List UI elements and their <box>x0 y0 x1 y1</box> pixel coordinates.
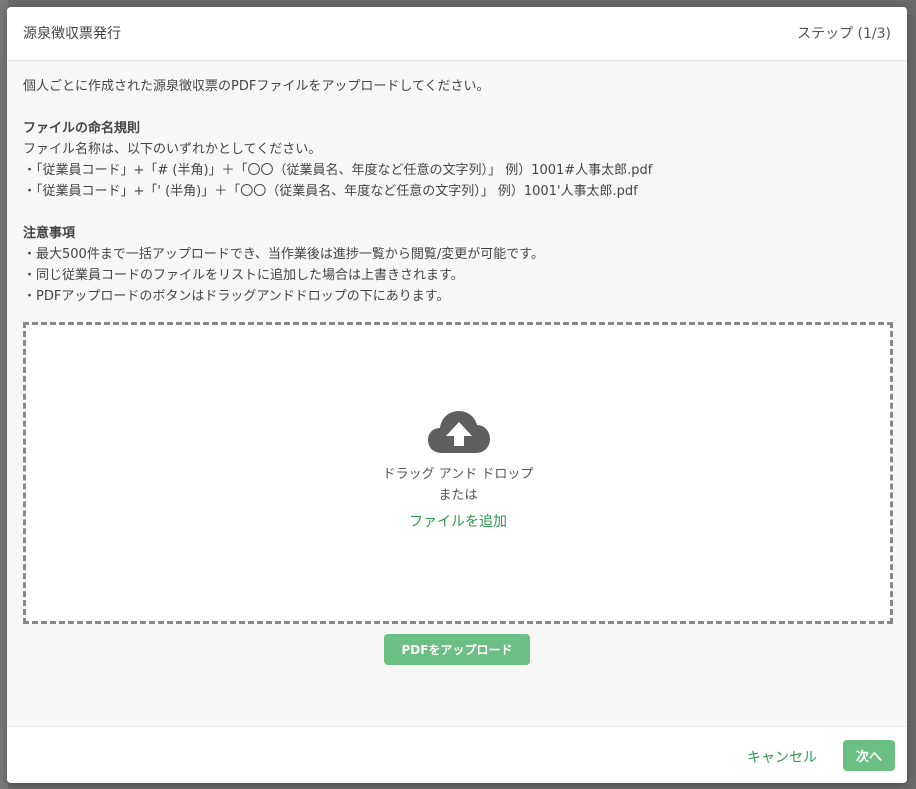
next-button[interactable]: 次へ <box>843 740 895 771</box>
naming-rule-item: ・「従業員コード」+「' (半角)」＋「〇〇（従業員名、年度など任意の文字列）」… <box>23 184 638 199</box>
cancel-button[interactable]: キャンセル <box>741 746 823 768</box>
naming-rule-item: ・「従業員コード」+「# (半角)」＋「〇〇（従業員名、年度など任意の文字列）」… <box>23 163 653 178</box>
notes-title: 注意事項 <box>23 226 76 241</box>
note-item: ・PDFアップロードのボタンはドラッグアンドドロップの下にあります。 <box>23 289 450 304</box>
modal-title: 源泉徴収票発行 <box>23 26 121 42</box>
naming-rules-description: ファイル名称は、以下のいずれかとしてください。 <box>23 142 322 157</box>
cloud-upload-icon <box>428 411 490 453</box>
note-item: ・最大500件まで一括アップロードでき、当作業後は進捗一覧から閲覧/変更が可能で… <box>23 247 544 262</box>
dropzone-main-text: ドラッグ アンド ドロップ <box>382 467 534 482</box>
upload-modal: 源泉徴収票発行 ステップ (1/3) 個人ごとに作成された源泉徴収票のPDFファ… <box>7 7 907 783</box>
upload-pdf-button[interactable]: PDFをアップロード <box>384 634 530 665</box>
naming-rules-title: ファイルの命名規則 <box>23 121 141 136</box>
intro-text: 個人ごとに作成された源泉徴収票のPDFファイルをアップロードしてください。 <box>23 79 490 94</box>
modal-body: 個人ごとに作成された源泉徴収票のPDFファイルをアップロードしてください。 ファ… <box>23 77 891 307</box>
file-dropzone[interactable]: ドラッグ アンド ドロップ または ファイルを追加 <box>23 322 893 624</box>
modal-footer: キャンセル 次へ <box>7 726 907 783</box>
add-file-link[interactable]: ファイルを追加 <box>26 511 890 531</box>
note-item: ・同じ従業員コードのファイルをリストに追加した場合は上書きされます。 <box>23 268 464 283</box>
dropzone-or-text: または <box>438 488 478 503</box>
modal-header: 源泉徴収票発行 ステップ (1/3) <box>7 7 907 61</box>
step-indicator: ステップ (1/3) <box>797 26 891 42</box>
